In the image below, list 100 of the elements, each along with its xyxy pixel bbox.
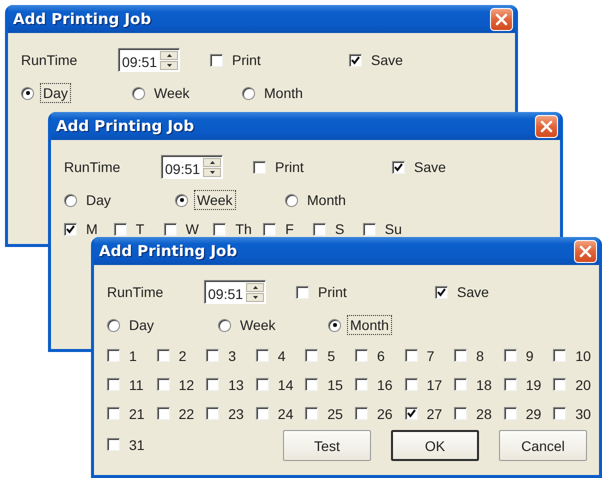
radio-label: Day [85, 191, 112, 210]
day-checkbox[interactable] [305, 378, 318, 391]
checkbox-label: 3 [227, 346, 237, 366]
time-spinner[interactable]: 09:51 [161, 155, 223, 179]
checkbox-label: 5 [326, 346, 336, 366]
day-checkbox[interactable] [305, 407, 318, 420]
radio-button[interactable] [242, 86, 255, 100]
day-checkbox[interactable] [256, 349, 269, 362]
day-checkbox[interactable] [206, 378, 220, 391]
save-checkbox[interactable] [435, 286, 448, 298]
checkbox-label: Print [231, 51, 262, 70]
day-checkbox[interactable] [256, 407, 269, 420]
checkbox-label: Th [234, 220, 253, 239]
close-button[interactable] [535, 114, 558, 138]
checkbox-label: 14 [276, 376, 294, 394]
check-icon [394, 162, 403, 172]
radio-button[interactable] [132, 86, 145, 100]
time-field[interactable]: 09:51 [208, 282, 246, 302]
day-checkbox[interactable] [107, 407, 120, 420]
day-checkbox[interactable] [454, 407, 468, 420]
radio-button[interactable] [64, 194, 77, 206]
day-checkbox[interactable] [454, 378, 468, 391]
checkbox-label: 23 [227, 404, 245, 424]
dialog-button[interactable]: Test [283, 430, 371, 461]
day-checkbox[interactable] [354, 378, 368, 391]
checkbox-label: 13 [227, 376, 245, 394]
checkbox-label: 2 [178, 346, 188, 366]
checkbox-label: 22 [178, 404, 196, 424]
print-checkbox[interactable] [210, 54, 223, 66]
day-checkbox[interactable] [305, 349, 318, 362]
dialog-button[interactable]: Cancel [499, 430, 587, 461]
day-checkbox[interactable] [156, 407, 170, 420]
day-checkbox[interactable] [206, 407, 220, 420]
weekday-checkbox[interactable] [263, 222, 276, 236]
checkbox-label: 17 [426, 376, 444, 394]
radio-button[interactable] [218, 318, 231, 332]
radio-button[interactable] [21, 86, 34, 100]
weekday-checkbox[interactable] [64, 222, 77, 236]
day-checkbox[interactable] [504, 349, 517, 362]
time-field[interactable]: 09:51 [165, 158, 203, 176]
day-checkbox[interactable] [107, 438, 120, 451]
day-checkbox[interactable] [504, 378, 517, 391]
checkbox-label: 16 [376, 376, 394, 394]
day-checkbox[interactable] [206, 349, 220, 362]
checkbox-label: T [134, 220, 146, 239]
radio-label: Week [153, 84, 191, 103]
day-checkbox[interactable] [354, 349, 368, 362]
checkbox-label: 6 [376, 346, 386, 366]
save-checkbox[interactable] [392, 160, 405, 174]
print-checkbox[interactable] [296, 286, 309, 298]
day-checkbox[interactable] [107, 378, 120, 391]
spin-up-button[interactable] [246, 282, 264, 292]
checkbox-label: 26 [376, 404, 394, 424]
caret-up-icon [166, 54, 172, 56]
radio-button[interactable] [107, 318, 120, 332]
radio-button[interactable] [285, 194, 298, 206]
weekday-checkbox[interactable] [164, 222, 177, 236]
day-checkbox[interactable] [553, 407, 566, 420]
day-checkbox[interactable] [454, 349, 468, 362]
checkbox-label: 8 [475, 346, 485, 366]
day-checkbox[interactable] [256, 378, 269, 391]
day-checkbox[interactable] [354, 407, 368, 420]
radio-button[interactable] [328, 318, 341, 332]
spin-down-button[interactable] [246, 292, 264, 302]
spin-up-button[interactable] [203, 158, 221, 166]
day-checkbox[interactable] [156, 378, 170, 391]
day-checkbox[interactable] [107, 349, 120, 362]
day-checkbox[interactable] [156, 349, 170, 362]
close-icon [579, 244, 592, 258]
spin-down-button[interactable] [203, 168, 221, 176]
close-button[interactable] [574, 240, 597, 262]
close-button[interactable] [490, 8, 513, 30]
caret-down-icon [210, 170, 214, 174]
caret-up-icon [210, 160, 214, 164]
checkbox-label: Save [370, 51, 404, 70]
day-checkbox[interactable] [404, 407, 418, 420]
weekday-checkbox[interactable] [312, 222, 326, 236]
day-checkbox[interactable] [553, 349, 566, 362]
caret-up-icon [252, 286, 258, 288]
radio-label: Month [306, 191, 347, 210]
weekday-checkbox[interactable] [362, 222, 376, 236]
weekday-checkbox[interactable] [114, 222, 127, 236]
check-icon [406, 409, 416, 418]
dialog-button[interactable]: OK [391, 430, 479, 461]
radio-label: Week [194, 190, 236, 210]
spin-up-button[interactable] [160, 50, 178, 60]
weekday-checkbox[interactable] [213, 222, 226, 236]
day-checkbox[interactable] [404, 378, 418, 391]
save-checkbox[interactable] [349, 54, 362, 66]
day-checkbox[interactable] [404, 349, 418, 362]
checkbox-label: 21 [128, 404, 146, 424]
time-spinner[interactable]: 09:51 [204, 280, 266, 304]
day-checkbox[interactable] [504, 407, 517, 420]
print-checkbox[interactable] [253, 160, 266, 174]
spin-down-button[interactable] [160, 60, 178, 70]
day-checkbox[interactable] [553, 378, 566, 391]
checkbox-label: 18 [475, 376, 493, 394]
time-spinner[interactable]: 09:51 [118, 48, 180, 72]
radio-button[interactable] [175, 194, 188, 206]
time-field[interactable]: 09:51 [122, 50, 160, 70]
